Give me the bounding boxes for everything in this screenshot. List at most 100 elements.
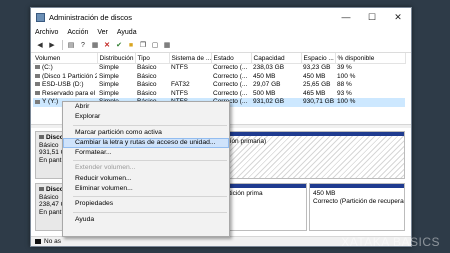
- grid-view-icon[interactable]: ▦: [162, 40, 172, 50]
- volume-icon: [35, 91, 40, 96]
- properties-icon[interactable]: ▦: [90, 40, 100, 50]
- minimize-button[interactable]: —: [333, 8, 359, 26]
- context-menu-item[interactable]: Cambiar la letra y rutas de acceso de un…: [63, 137, 229, 149]
- table-cell: Simple: [99, 89, 119, 97]
- close-button[interactable]: ✕: [385, 8, 411, 26]
- table-cell: Básico: [137, 72, 157, 80]
- context-menu: Abrir Explorar Marcar partición como activ…: [62, 101, 230, 237]
- watermark: XATAKA BASICS: [341, 235, 440, 249]
- volume-icon: [35, 73, 40, 78]
- column-header[interactable]: Sistema de ...: [169, 53, 212, 64]
- table-cell: Básico: [137, 89, 157, 97]
- context-menu-item[interactable]: Reducir volumen...: [63, 174, 229, 184]
- title-bar: Administración de discos — ☐ ✕: [31, 8, 411, 26]
- context-menu-item[interactable]: Ayuda: [63, 215, 229, 225]
- context-menu-item[interactable]: Eliminar volumen...: [63, 184, 229, 194]
- toolbar-separator: [62, 40, 63, 50]
- column-header[interactable]: Estado: [211, 53, 252, 64]
- legend-label: No as: [44, 238, 61, 245]
- delete-icon[interactable]: ✕: [102, 40, 112, 50]
- table-row[interactable]: Reservado para el ... Simple Básico NTFS Cor…: [33, 90, 405, 99]
- menu-separator: [73, 124, 227, 126]
- table-cell: Correcto (...: [213, 89, 248, 97]
- table-cell: 500 MB: [253, 89, 276, 97]
- volume-icon: [35, 99, 40, 104]
- table-row[interactable]: (Disco 1 Partición 2) Simple Básico Correct…: [33, 73, 405, 82]
- partition-block[interactable]: 450 MB Correcto (Partición de recuperac: [309, 183, 405, 231]
- table-cell: 238,03 GB: [253, 64, 285, 71]
- table-cell: [169, 73, 211, 82]
- context-menu-item[interactable]: Explorar: [63, 112, 229, 122]
- folder-icon[interactable]: ■: [126, 40, 136, 50]
- list-view-icon[interactable]: ▤: [66, 40, 76, 50]
- table-row[interactable]: (C:) Simple Básico NTFS Correcto (... 238,03 …: [33, 64, 405, 73]
- column-header[interactable]: Espacio ...: [301, 53, 336, 64]
- table-cell: 100 %: [335, 98, 405, 107]
- table-cell: 93,23 GB: [303, 64, 331, 71]
- menu-bar: Archivo Acción Ver Ayuda: [31, 26, 411, 38]
- volume-name-cell: Reservado para el ...: [33, 90, 97, 99]
- disk-management-app-icon: [36, 12, 45, 22]
- table-cell: Simple: [99, 81, 119, 89]
- context-menu-item[interactable]: Marcar partición como activa: [63, 128, 229, 138]
- table-cell: 931,02 GB: [251, 98, 301, 107]
- check-icon[interactable]: ✔: [114, 40, 124, 50]
- table-row[interactable]: ESD-USB (D:) Simple Básico FAT32 Correcto (.…: [33, 81, 405, 90]
- forward-arrow-icon[interactable]: ▶: [47, 40, 57, 50]
- table-cell: Correcto (...: [213, 81, 248, 89]
- partition-status: ión primaria): [230, 138, 267, 145]
- partition-size: 450 MB: [313, 190, 336, 197]
- column-header[interactable]: Volumen: [33, 53, 98, 64]
- volume-name-cell: (C:): [33, 64, 97, 73]
- table-cell: 450 MB: [253, 72, 276, 80]
- toolbar: ◀ ▶ ▤ ? ▦ ✕ ✔ ■ ❐ ▢ ▦: [31, 38, 411, 53]
- menu-separator: [73, 160, 227, 162]
- volume-table: Volumen Distribución Tipo Sistema de ...…: [33, 53, 406, 107]
- table-cell: 465 MB: [303, 89, 326, 97]
- menu-ver[interactable]: Ver: [97, 29, 108, 36]
- table-header-row: Volumen Distribución Tipo Sistema de ...…: [33, 53, 406, 64]
- table-cell: Correcto (...: [213, 72, 248, 80]
- maximize-button[interactable]: ☐: [359, 8, 385, 26]
- menu-archivo[interactable]: Archivo: [35, 29, 58, 36]
- column-header[interactable]: Capacidad: [251, 53, 302, 64]
- volume-name-cell: (Disco 1 Partición 2): [33, 73, 97, 82]
- volume-name-cell: ESD-USB (D:): [33, 81, 97, 90]
- table-cell: FAT32: [171, 81, 190, 89]
- unallocated-swatch: [35, 238, 41, 244]
- help-icon[interactable]: ?: [78, 40, 88, 50]
- partition-status: Correcto (Partición de recuperac: [313, 197, 405, 205]
- table-cell: 930,71 GB: [301, 98, 335, 107]
- back-arrow-icon[interactable]: ◀: [35, 40, 45, 50]
- context-menu-item[interactable]: Abrir: [63, 102, 229, 112]
- table-cell: 29,07 GB: [253, 81, 281, 89]
- menu-accion[interactable]: Acción: [67, 29, 88, 36]
- column-header[interactable]: % disponible: [335, 53, 406, 64]
- column-header[interactable]: Tipo: [135, 53, 170, 64]
- table-cell: NTFS: [171, 89, 188, 97]
- context-menu-item[interactable]: Formatear...: [63, 148, 229, 158]
- table-cell: 39 %: [337, 64, 352, 71]
- table-cell: 88 %: [337, 81, 352, 89]
- column-header[interactable]: Distribución: [97, 53, 136, 64]
- table-cell: 25,65 GB: [303, 81, 331, 89]
- table-cell: 450 MB: [303, 72, 326, 80]
- disk-icon: [39, 187, 44, 191]
- table-cell: Correcto (...: [213, 64, 248, 71]
- context-menu-item[interactable]: Propiedades: [63, 199, 229, 209]
- volume-icon: [35, 82, 40, 87]
- table-cell: Básico: [137, 64, 157, 71]
- table-cell: 100 %: [337, 72, 356, 80]
- table-cell: Básico: [137, 81, 157, 89]
- disk-icon: [39, 135, 44, 139]
- table-cell: NTFS: [171, 64, 188, 71]
- menu-ayuda[interactable]: Ayuda: [117, 29, 137, 36]
- volume-icon: [35, 65, 40, 70]
- window-title: Administración de discos: [49, 12, 132, 22]
- menu-separator: [73, 211, 227, 213]
- copy-icon[interactable]: ❐: [138, 40, 148, 50]
- table-cell: Simple: [99, 72, 119, 80]
- table-cell: Simple: [99, 64, 119, 71]
- new-icon[interactable]: ▢: [150, 40, 160, 50]
- menu-separator: [73, 196, 227, 198]
